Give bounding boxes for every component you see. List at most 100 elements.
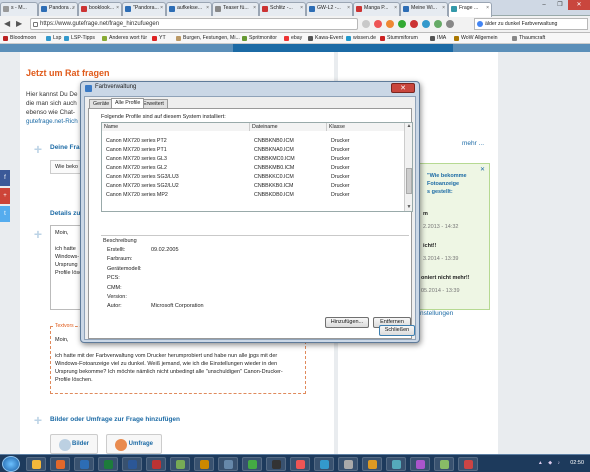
scrollbar-thumb[interactable] (406, 168, 412, 194)
intro-link[interactable]: gutefrage.net-Rich (26, 118, 78, 125)
column-header-class[interactable]: Klasse (327, 123, 406, 131)
menu-icon[interactable] (446, 20, 454, 28)
taskbar-app[interactable] (410, 457, 430, 471)
settings-link[interactable]: nstellungen (420, 310, 453, 317)
close-icon[interactable]: × (206, 5, 209, 11)
close-icon[interactable]: × (394, 5, 397, 11)
taskbar-app[interactable] (146, 457, 166, 471)
facebook-icon[interactable]: f (0, 170, 10, 186)
url-field[interactable]: https://www.gutefrage.net/frage_hinzufue… (30, 18, 358, 30)
browser-tab[interactable]: Schlitz -... × (259, 2, 306, 16)
browser-tab[interactable]: Teaser fü... × (212, 2, 259, 16)
tab-devices[interactable]: Geräte (89, 99, 114, 108)
forward-arrow-icon[interactable]: ▶ (16, 19, 22, 29)
bookmark[interactable]: WoW Allgemein (454, 35, 498, 42)
list-row[interactable]: Canon MX720 series PT1 CNBBKNA0.ICM Druc… (102, 146, 406, 155)
browser-tab[interactable]: s - M... (0, 2, 38, 16)
extension-icon[interactable] (410, 20, 418, 28)
bookmark[interactable]: Stummiforum (380, 35, 418, 42)
browser-tab[interactable]: GW-L2 -... × (306, 2, 353, 16)
close-icon[interactable]: × (347, 5, 350, 11)
list-row[interactable]: Canon MX720 series MP2 CNBBKDB0.ICM Druc… (102, 191, 406, 200)
close-dialog-button[interactable]: Schließen (379, 325, 415, 336)
bookmark[interactable]: YT (152, 35, 166, 42)
taskbar-app[interactable] (194, 457, 214, 471)
browser-tab[interactable]: "Pandora... × (122, 2, 166, 16)
window-close-icon[interactable]: ✕ (568, 0, 590, 10)
star-icon[interactable] (362, 20, 370, 28)
list-row[interactable]: Canon MX720 series SG3/LU3 CNBBKKC0.ICM … (102, 173, 406, 182)
system-tray[interactable]: ▲ ◆ ♪ (538, 460, 562, 466)
add-image-button[interactable]: Bilder (50, 434, 98, 454)
close-icon[interactable]: × (72, 5, 75, 11)
tab-all-profiles[interactable]: Alle Profile (111, 98, 145, 108)
extension-icon[interactable] (374, 20, 382, 28)
taskbar-app[interactable] (338, 457, 358, 471)
column-header-name[interactable]: Name (102, 123, 250, 131)
bookmark[interactable]: Burgen, Festungen, Mi... (176, 35, 240, 42)
list-row[interactable]: Canon MX720 series PT2 CNBBKNB0.ICM Druc… (102, 137, 406, 146)
extension-icon[interactable] (422, 20, 430, 28)
taskbar-app[interactable] (290, 457, 310, 471)
bookmark[interactable]: Spritmonitor (242, 35, 277, 42)
minimize-icon[interactable]: – (536, 0, 552, 10)
back-arrow-icon[interactable]: ◀ (4, 19, 10, 29)
taskbar-app[interactable] (98, 457, 118, 471)
bookmark[interactable]: IMA (430, 35, 446, 42)
scroll-up-arrow-icon[interactable]: ▲ (405, 123, 412, 130)
bookmark[interactable]: Kawa-Event (308, 35, 343, 42)
taskbar-app[interactable] (266, 457, 286, 471)
extension-icon[interactable] (386, 20, 394, 28)
twitter-icon[interactable]: t (0, 206, 10, 222)
column-header-file[interactable]: Dateiname (250, 123, 327, 131)
taskbar-app[interactable] (74, 457, 94, 471)
bookmark[interactable]: Lsp (46, 35, 61, 42)
taskbar-app[interactable] (26, 457, 46, 471)
bookmark[interactable]: Anderes wort für (102, 35, 147, 42)
close-icon[interactable]: × (442, 5, 445, 11)
more-link[interactable]: mehr ... (462, 140, 484, 147)
list-row[interactable]: Canon MX720 series GL3 CNBBKMC0.ICM Druc… (102, 155, 406, 164)
close-icon[interactable]: × (160, 5, 163, 11)
taskbar-app[interactable] (458, 457, 478, 471)
clock[interactable]: 02:50 (570, 460, 584, 466)
taskbar-app[interactable] (218, 457, 238, 471)
profiles-list[interactable]: Name Dateiname Klasse Canon MX720 series… (101, 122, 413, 212)
close-icon[interactable]: × (116, 5, 119, 11)
taskbar-app[interactable] (362, 457, 382, 471)
list-scrollbar[interactable]: ▲ ▼ (404, 123, 412, 211)
extension-icon[interactable] (434, 20, 442, 28)
taskbar-app[interactable] (434, 457, 454, 471)
search-field[interactable]: älder zu dunkel Farbverwaltung (474, 18, 588, 30)
list-row[interactable]: Canon MX720 series GL2 CNBBKMB0.ICM Druc… (102, 164, 406, 173)
google-plus-icon[interactable]: + (0, 188, 10, 204)
browser-tab[interactable]: booklook... × (78, 2, 122, 16)
bookmark[interactable]: Thaumcraft (512, 35, 545, 42)
bookmark[interactable]: ebay (284, 35, 302, 42)
browser-tab[interactable]: Pandora ... × (38, 2, 78, 16)
browser-tab-active[interactable]: Frage ... × (448, 2, 492, 17)
close-icon[interactable]: × (253, 5, 256, 11)
close-icon[interactable]: × (300, 5, 303, 11)
maximize-icon[interactable]: ❐ (552, 0, 568, 10)
bookmark[interactable]: LSP-Tipps (64, 35, 95, 42)
dialog-close-button[interactable]: ✕ (391, 83, 415, 93)
bookmark[interactable]: wissen.de (346, 35, 376, 42)
taskbar-app[interactable] (386, 457, 406, 471)
taskbar-app[interactable] (170, 457, 190, 471)
close-icon[interactable]: ✕ (480, 166, 485, 173)
browser-tab[interactable]: aufkekse... × (166, 2, 212, 16)
add-profile-button[interactable]: Hinzufügen... (325, 317, 369, 328)
browser-tab[interactable]: Manga P... × (353, 2, 400, 16)
extension-icon[interactable] (398, 20, 406, 28)
taskbar-app[interactable] (50, 457, 70, 471)
start-button[interactable] (2, 456, 20, 472)
scroll-down-arrow-icon[interactable]: ▼ (405, 204, 412, 211)
list-row[interactable]: Canon MX720 series SG2/LU2 CNBBKKB0.ICM … (102, 182, 406, 191)
close-icon[interactable]: × (486, 5, 489, 11)
taskbar-app[interactable] (314, 457, 334, 471)
add-poll-button[interactable]: Umfrage (106, 434, 162, 454)
taskbar-app[interactable] (242, 457, 262, 471)
bookmark[interactable]: Bloodmoon (3, 35, 36, 42)
browser-tab[interactable]: Meine Wi... × (400, 2, 448, 16)
